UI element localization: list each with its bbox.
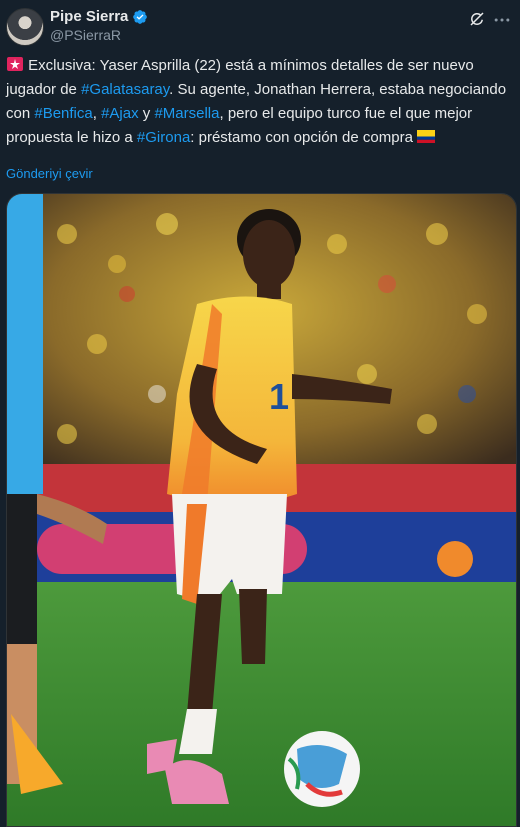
siren-emoji-icon	[7, 57, 23, 71]
grok-icon[interactable]	[468, 10, 486, 28]
author-handle[interactable]: @PSierraR	[50, 26, 148, 44]
translate-post-link[interactable]: Gönderiyi çevir	[6, 166, 93, 181]
more-options-icon[interactable]	[492, 10, 512, 30]
author-name-row[interactable]: Pipe Sierra	[50, 8, 148, 26]
tweet-text-part: y	[138, 105, 155, 122]
tweet-header: Pipe Sierra @PSierraR	[6, 6, 520, 46]
hashtag-benfica[interactable]: #Benfica	[34, 105, 92, 122]
author-block: Pipe Sierra @PSierraR	[50, 8, 148, 44]
hashtag-ajax[interactable]: #Ajax	[101, 105, 139, 122]
author-display-name[interactable]: Pipe Sierra	[50, 8, 128, 26]
tweet-text: Exclusiva: Yaser Asprilla (22) está a mí…	[6, 54, 514, 150]
hashtag-girona[interactable]: #Girona	[137, 129, 190, 146]
verified-badge-icon	[133, 10, 148, 24]
tweet-photo[interactable]: 1	[6, 193, 517, 827]
tweet-text-part: : préstamo con opción de compra	[190, 129, 418, 146]
colombia-flag-emoji-icon	[417, 130, 436, 143]
tweet-text-part: ,	[92, 105, 102, 122]
photo-illustration: 1	[7, 194, 516, 826]
jersey-number: 1	[269, 376, 289, 417]
hashtag-marsella[interactable]: #Marsella	[154, 105, 219, 122]
avatar[interactable]	[6, 8, 44, 46]
hashtag-galatasaray[interactable]: #Galatasaray	[81, 81, 169, 98]
